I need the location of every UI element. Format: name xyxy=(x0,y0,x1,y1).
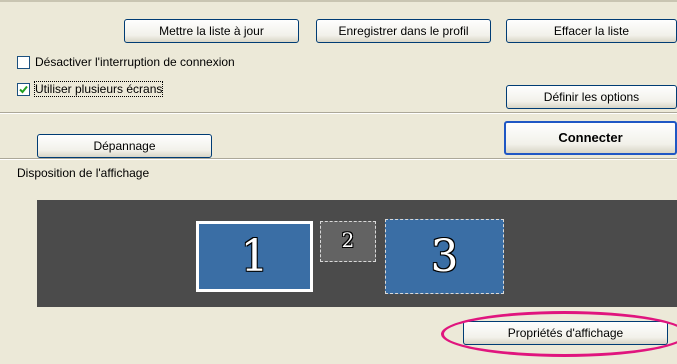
separator xyxy=(0,112,677,114)
monitor-2[interactable]: 2 xyxy=(320,221,376,262)
multiple-screens-label: Utiliser plusieurs écrans xyxy=(33,81,164,97)
multiple-screens-checkbox[interactable] xyxy=(17,82,30,96)
update-list-button[interactable]: Mettre la liste à jour xyxy=(124,19,299,43)
define-options-button[interactable]: Définir les options xyxy=(506,85,677,109)
disable-interrupt-label: Désactiver l'interruption de connexion xyxy=(35,55,235,69)
display-layout-title: Disposition de l'affichage xyxy=(17,166,150,180)
troubleshoot-button[interactable]: Dépannage xyxy=(37,134,212,158)
save-profile-button[interactable]: Enregistrer dans le profil xyxy=(316,19,491,43)
clear-list-button[interactable]: Effacer la liste xyxy=(506,19,677,43)
monitor-3-label: 3 xyxy=(430,231,459,282)
connect-button[interactable]: Connecter xyxy=(504,121,677,155)
separator xyxy=(0,158,677,160)
display-layout-panel: 1 2 3 xyxy=(37,200,677,307)
disable-interrupt-checkbox[interactable] xyxy=(17,55,30,69)
monitor-1-label: 1 xyxy=(240,231,269,282)
top-divider xyxy=(0,0,677,2)
display-properties-button[interactable]: Propriétés d'affichage xyxy=(463,321,668,345)
monitor-3[interactable]: 3 xyxy=(385,219,504,294)
monitor-1[interactable]: 1 xyxy=(196,221,313,292)
disable-interrupt-option[interactable]: Désactiver l'interruption de connexion xyxy=(17,53,235,71)
checkmark-icon xyxy=(19,85,28,93)
monitor-2-label: 2 xyxy=(341,228,355,252)
multiple-screens-option[interactable]: Utiliser plusieurs écrans xyxy=(17,80,164,98)
